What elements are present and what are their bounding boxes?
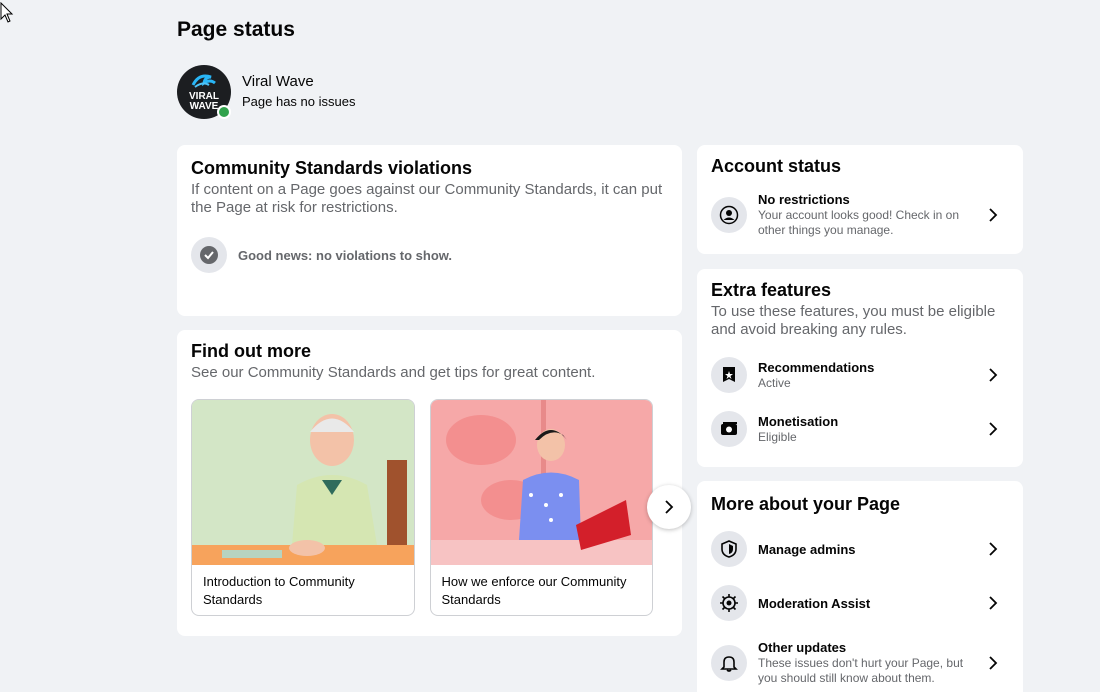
- money-icon: [711, 411, 747, 447]
- recommendations-row[interactable]: Recommendations Active: [711, 357, 1009, 393]
- recommendations-title: Recommendations: [758, 360, 875, 375]
- violations-card: Community Standards violations If conten…: [177, 145, 682, 316]
- shield-icon: [711, 531, 747, 567]
- moderation-assist-row[interactable]: Moderation Assist: [711, 585, 1009, 621]
- svg-text:WAVE: WAVE: [190, 101, 219, 112]
- mouse-cursor-icon: [0, 2, 14, 23]
- gear-icon: [711, 585, 747, 621]
- violations-description: If content on a Page goes against our Co…: [191, 181, 663, 216]
- recommendations-status: Active: [758, 376, 791, 390]
- chevron-right-icon: [665, 500, 674, 514]
- moderation-assist-title: Moderation Assist: [758, 595, 871, 611]
- avatar[interactable]: VIRAL WAVE: [177, 65, 231, 119]
- article-caption: Introduction to Community Standards: [203, 574, 355, 607]
- violations-title: Community Standards violations: [191, 158, 473, 178]
- good-news-text: Good news: no violations to show.: [238, 247, 453, 263]
- monetisation-title: Monetisation: [758, 414, 839, 429]
- no-restrictions-title: No restrictions: [758, 192, 850, 207]
- chevron-right-icon: [989, 368, 998, 382]
- article-caption: How we enforce our Community Standards: [441, 574, 627, 607]
- other-updates-title: Other updates: [758, 640, 847, 655]
- extra-features-title: Extra features: [711, 280, 832, 300]
- find-out-more-description: See our Community Standards and get tips…: [191, 364, 596, 381]
- page-title: Page status: [177, 18, 295, 41]
- extra-features-card: Extra features To use these features, yo…: [697, 269, 1023, 467]
- manage-admins-row[interactable]: Manage admins: [711, 531, 1009, 567]
- more-about-page-card: More about your Page Manage admins Moder…: [697, 481, 1023, 692]
- user-circle-icon: [711, 196, 747, 233]
- article-tile[interactable]: Introduction to Community Standards: [191, 399, 415, 616]
- monetisation-row[interactable]: Monetisation Eligible: [711, 411, 1009, 447]
- chevron-right-icon: [989, 422, 998, 436]
- other-updates-row[interactable]: Other updates These issues don't hurt yo…: [711, 639, 1009, 686]
- account-status-card: Account status No restrictions Your acco…: [697, 145, 1023, 254]
- more-about-title: More about your Page: [711, 494, 901, 514]
- other-updates-subtitle: These issues don't hurt your Page, but y…: [758, 656, 964, 685]
- status-badge: [217, 105, 231, 119]
- extra-features-description: To use these features, you must be eligi…: [711, 303, 996, 338]
- account-status-title: Account status: [711, 156, 842, 176]
- page-header: VIRAL WAVE Viral Wave Page has no issues: [177, 65, 355, 119]
- no-restrictions-subtitle: Your account looks good! Check in on oth…: [758, 208, 960, 237]
- article-illustration-woman-laptop: [430, 400, 652, 565]
- chevron-right-icon: [989, 207, 998, 222]
- good-news-row: Good news: no violations to show.: [191, 237, 668, 273]
- article-carousel: Introduction to Community Standards How …: [191, 399, 691, 616]
- bell-icon: [711, 644, 747, 681]
- page-name[interactable]: Viral Wave: [242, 72, 355, 92]
- carousel-next-button[interactable]: [647, 485, 691, 529]
- article-illustration-elderly-man: [192, 400, 414, 565]
- badge-icon: [711, 357, 747, 393]
- checkmark-icon: [191, 237, 227, 273]
- find-out-more-title: Find out more: [191, 341, 311, 361]
- article-tile[interactable]: How we enforce our Community Standards: [429, 399, 653, 616]
- chevron-right-icon: [989, 655, 998, 670]
- page-status-text: Page has no issues: [242, 94, 356, 109]
- no-restrictions-row[interactable]: No restrictions Your account looks good!…: [711, 191, 1009, 238]
- chevron-right-icon: [989, 542, 998, 556]
- find-out-more-card: Find out more See our Community Standard…: [177, 330, 691, 636]
- manage-admins-title: Manage admins: [758, 541, 856, 557]
- monetisation-status: Eligible: [758, 430, 797, 444]
- chevron-right-icon: [989, 596, 998, 610]
